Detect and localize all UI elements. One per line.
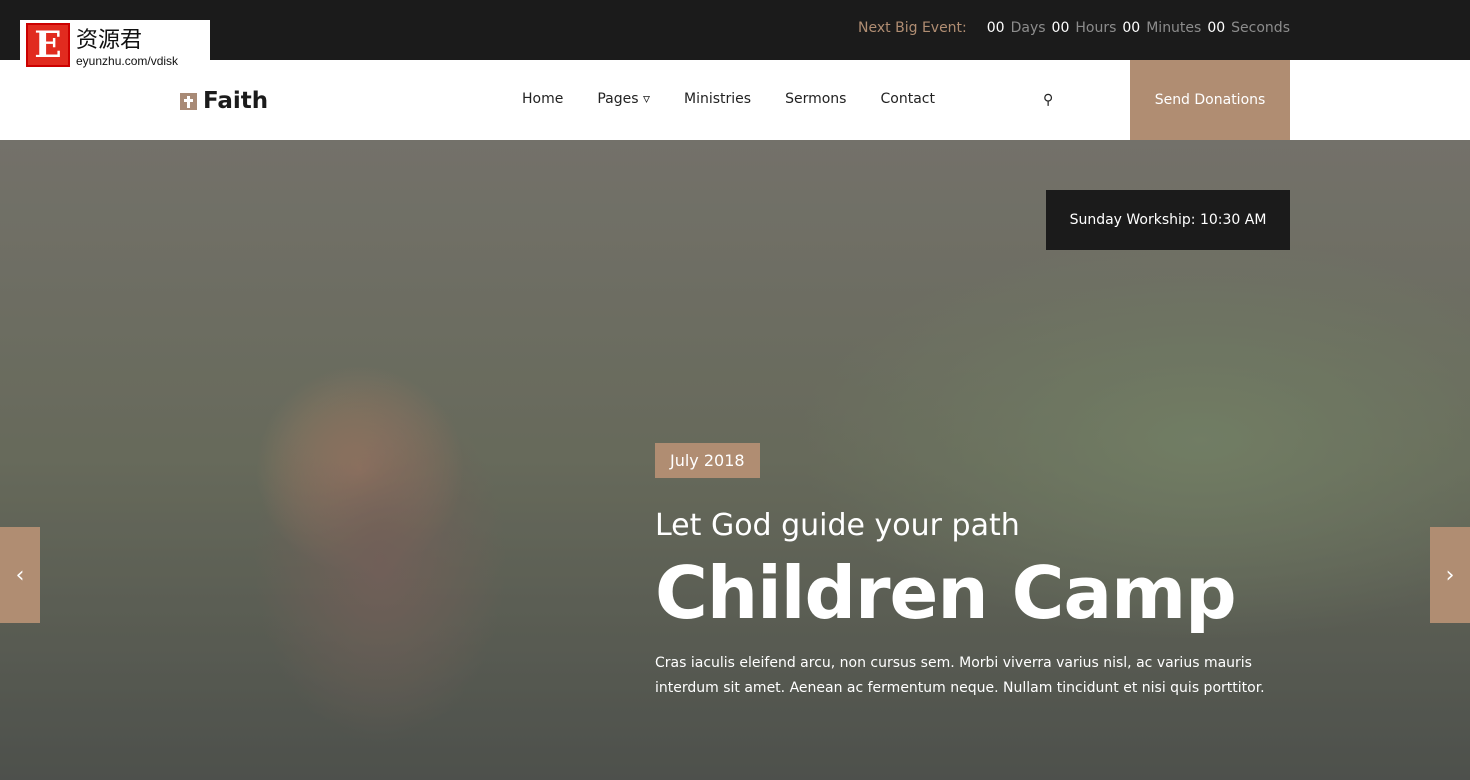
minutes-value: 00 — [1122, 20, 1141, 36]
hero-title: Children Camp — [655, 551, 1237, 635]
search-icon[interactable]: ⚲ — [1043, 92, 1053, 108]
watermark-letter: E — [26, 23, 70, 67]
nav-ministries[interactable]: Ministries — [684, 91, 751, 107]
nav-contact[interactable]: Contact — [880, 91, 934, 107]
send-donations-button[interactable]: Send Donations — [1130, 60, 1290, 140]
worship-time-badge: Sunday Workship: 10:30 AM — [1046, 190, 1290, 250]
event-countdown: Next Big Event: 00 Days 00 Hours 00 Minutes… — [858, 20, 1290, 36]
watermark-url: eyunzhu.com/vdisk — [76, 54, 179, 68]
nav-sermons[interactable]: Sermons — [785, 91, 846, 107]
date-badge: July 2018 — [655, 443, 760, 478]
nav-pages[interactable]: Pages ▿ — [597, 91, 650, 107]
watermark-chinese: 资源君 — [76, 28, 143, 53]
prev-slide-button[interactable]: ‹ — [0, 527, 40, 623]
minutes-label: Minutes — [1146, 20, 1202, 36]
hero-subtitle: Let God guide your path — [655, 508, 1020, 543]
hero-slider: Sunday Workship: 10:30 AM ‹ › July 2018 … — [0, 140, 1470, 780]
days-label: Days — [1010, 20, 1046, 36]
hours-value: 00 — [1051, 20, 1070, 36]
cross-icon — [180, 92, 197, 110]
brand-logo[interactable]: Faith — [180, 88, 268, 114]
days-value: 00 — [986, 20, 1005, 36]
countdown-label: Next Big Event: — [858, 20, 967, 36]
next-slide-button[interactable]: › — [1430, 527, 1470, 623]
hours-label: Hours — [1075, 20, 1117, 36]
nav-home[interactable]: Home — [522, 91, 563, 107]
seconds-label: Seconds — [1231, 20, 1290, 36]
main-nav: Faith Home Pages ▿ Ministries Sermons Co… — [0, 60, 1470, 140]
hero-content: July 2018 Let God guide your path Childr… — [655, 443, 1295, 701]
hero-description: Cras iaculis eleifend arcu, non cursus s… — [655, 655, 1265, 696]
seconds-value: 00 — [1207, 20, 1226, 36]
top-bar: Next Big Event: 00 Days 00 Hours 00 Minutes… — [0, 0, 1470, 60]
nav-menu: Home Pages ▿ Ministries Sermons Contact — [522, 91, 935, 107]
watermark-logo: E 资源君 eyunzhu.com/vdisk — [20, 20, 210, 70]
brand-name: Faith — [203, 88, 269, 114]
